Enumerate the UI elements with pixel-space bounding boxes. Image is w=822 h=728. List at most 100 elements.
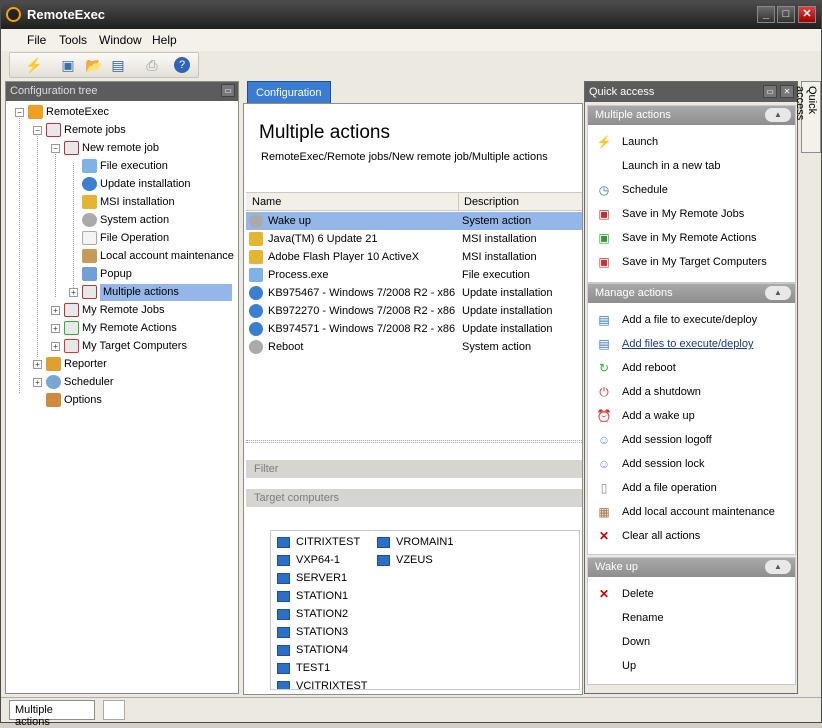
list-item[interactable]: STATION1 (277, 587, 348, 605)
section-header[interactable]: Manage actions ▲ (588, 284, 795, 303)
chevron-up-icon[interactable]: ▲ (765, 286, 791, 300)
add-session-logoff-action[interactable]: ☺ Add session logoff (596, 430, 712, 450)
tree-node-my-remote-actions[interactable]: My Remote Actions (64, 320, 177, 337)
tree-node-remote-jobs[interactable]: Remote jobs (46, 122, 126, 139)
menu-file[interactable]: File (27, 33, 46, 47)
filter-bar[interactable]: Filter (246, 460, 582, 478)
pin-icon[interactable]: ▭ (221, 84, 235, 97)
section-header[interactable]: Multiple actions ▲ (588, 106, 795, 125)
add-reboot-action[interactable]: ↻ Add reboot (596, 358, 676, 378)
section-header[interactable]: Wake up ▲ (588, 558, 795, 577)
move-down-action[interactable]: Down (596, 632, 650, 652)
expander[interactable]: + (51, 342, 60, 351)
table-row[interactable]: Java(TM) 6 Update 21 MSI installation (246, 230, 582, 248)
tree-node-options[interactable]: Options (46, 392, 102, 409)
open-tab-empty[interactable] (103, 700, 125, 720)
expander[interactable]: + (33, 378, 42, 387)
expander[interactable]: − (33, 126, 42, 135)
tree-node-msi-installation[interactable]: MSI installation (82, 194, 175, 211)
tree-node-new-remote-job[interactable]: New remote job (64, 140, 159, 157)
column-description[interactable]: Description (464, 196, 519, 208)
list-item[interactable]: STATION4 (277, 641, 348, 659)
quick-access-side-tab[interactable]: Quick access (794, 81, 821, 153)
save-remote-actions-action[interactable]: ▣ Save in My Remote Actions (596, 228, 756, 248)
add-local-account-action[interactable]: ▦ Add local account maintenance (596, 502, 775, 522)
save-icon[interactable]: ▤ (108, 56, 128, 74)
table-row[interactable]: Process.exe File execution (246, 266, 582, 284)
new-window-icon[interactable]: ▣ (58, 56, 78, 74)
add-files-action[interactable]: ▤ Add files to execute/deploy (596, 334, 753, 354)
add-file-operation-action[interactable]: ▯ Add a file operation (596, 478, 717, 498)
add-wake-up-action[interactable]: ⏰ Add a wake up (596, 406, 695, 426)
list-item[interactable]: SERVER1 (277, 569, 347, 587)
list-item[interactable]: CITRIXTEST (277, 533, 360, 551)
actions-icon (64, 321, 79, 336)
tab-configuration[interactable]: Configuration (247, 81, 331, 103)
close-button[interactable]: ✕ (798, 6, 816, 23)
column-name[interactable]: Name (252, 196, 281, 208)
file-icon (82, 231, 97, 246)
tree-node-system-action[interactable]: System action (82, 212, 169, 229)
menu-tools[interactable]: Tools (59, 33, 87, 47)
tree-node-remoteexec[interactable]: RemoteExec (28, 104, 109, 121)
job-icon (64, 141, 79, 156)
table-row[interactable]: KB975467 - Windows 7/2008 R2 - x86 Update… (246, 284, 582, 302)
splitter[interactable] (246, 440, 582, 443)
save-remote-jobs-action[interactable]: ▣ Save in My Remote Jobs (596, 204, 744, 224)
print-icon[interactable]: ⎙ (142, 56, 162, 74)
target-computers-bar[interactable]: Target computers (246, 489, 582, 507)
add-shutdown-action[interactable]: ⏻ Add a shutdown (596, 382, 701, 402)
tree-node-my-target-computers[interactable]: My Target Computers (64, 338, 187, 355)
tree-node-file-operation[interactable]: File Operation (82, 230, 169, 247)
launch-new-tab-action[interactable]: Launch in a new tab (596, 156, 720, 176)
rename-action[interactable]: Rename (596, 608, 664, 628)
pin-icon[interactable]: ▭ (763, 85, 777, 98)
tree-node-file-execution[interactable]: File execution (82, 158, 168, 175)
expander[interactable]: + (69, 288, 78, 297)
tree-node-reporter[interactable]: Reporter (46, 356, 107, 373)
close-icon[interactable]: ✕ (780, 85, 794, 98)
list-item[interactable]: VZEUS (377, 551, 433, 569)
list-item[interactable]: TEST1 (277, 659, 330, 677)
save-target-computers-action[interactable]: ▣ Save in My Target Computers (596, 252, 766, 272)
menu-window[interactable]: Window (99, 33, 142, 47)
add-file-action[interactable]: ▤ Add a file to execute/deploy (596, 310, 757, 330)
tree-node-multiple-actions[interactable]: Multiple actions (82, 284, 232, 301)
delete-action[interactable]: ✕ Delete (596, 584, 654, 604)
tree-node-local-account[interactable]: Local account maintenance (82, 248, 234, 265)
list-item[interactable]: VCITRIXTEST (277, 677, 368, 689)
list-item[interactable]: STATION2 (277, 605, 348, 623)
minimize-button[interactable]: _ (757, 6, 775, 23)
add-session-lock-action[interactable]: ☺ Add session lock (596, 454, 705, 474)
table-row[interactable]: KB974571 - Windows 7/2008 R2 - x86 Update… (246, 320, 582, 338)
menu-help[interactable]: Help (152, 33, 177, 47)
chevron-up-icon[interactable]: ▲ (765, 108, 791, 122)
list-item[interactable]: STATION3 (277, 623, 348, 641)
table-row[interactable]: Reboot System action (246, 338, 582, 356)
clear-all-actions[interactable]: ✕ Clear all actions (596, 526, 700, 546)
tree-node-popup[interactable]: Popup (82, 266, 132, 283)
tree-node-update-installation[interactable]: Update installation (82, 176, 191, 193)
open-folder-icon[interactable]: 📂 (84, 56, 104, 74)
reboot-icon: ↻ (598, 361, 610, 376)
tree-node-scheduler[interactable]: Scheduler (46, 374, 114, 391)
expander[interactable]: − (15, 108, 24, 117)
list-item[interactable]: VROMAIN1 (377, 533, 453, 551)
expander[interactable]: + (51, 324, 60, 333)
expander[interactable]: − (51, 144, 60, 153)
expander[interactable]: + (33, 360, 42, 369)
chevron-up-icon[interactable]: ▲ (765, 560, 791, 574)
help-icon[interactable]: ? (174, 57, 190, 73)
launch-action[interactable]: ⚡ Launch (596, 132, 659, 152)
launch-icon[interactable]: ⚡ (24, 56, 44, 74)
expander[interactable]: + (51, 306, 60, 315)
table-row[interactable]: KB972270 - Windows 7/2008 R2 - x86 Update… (246, 302, 582, 320)
list-item[interactable]: VXP64-1 (277, 551, 340, 569)
tree-node-my-remote-jobs[interactable]: My Remote Jobs (64, 302, 165, 319)
move-up-action[interactable]: Up (596, 656, 636, 676)
schedule-action[interactable]: ◷ Schedule (596, 180, 668, 200)
open-tab-multiple-actions[interactable]: Multiple actions (9, 700, 95, 728)
maximize-button[interactable]: □ (777, 6, 795, 23)
table-row[interactable]: Wake up System action (246, 212, 582, 230)
table-row[interactable]: Adobe Flash Player 10 ActiveX MSI install… (246, 248, 582, 266)
